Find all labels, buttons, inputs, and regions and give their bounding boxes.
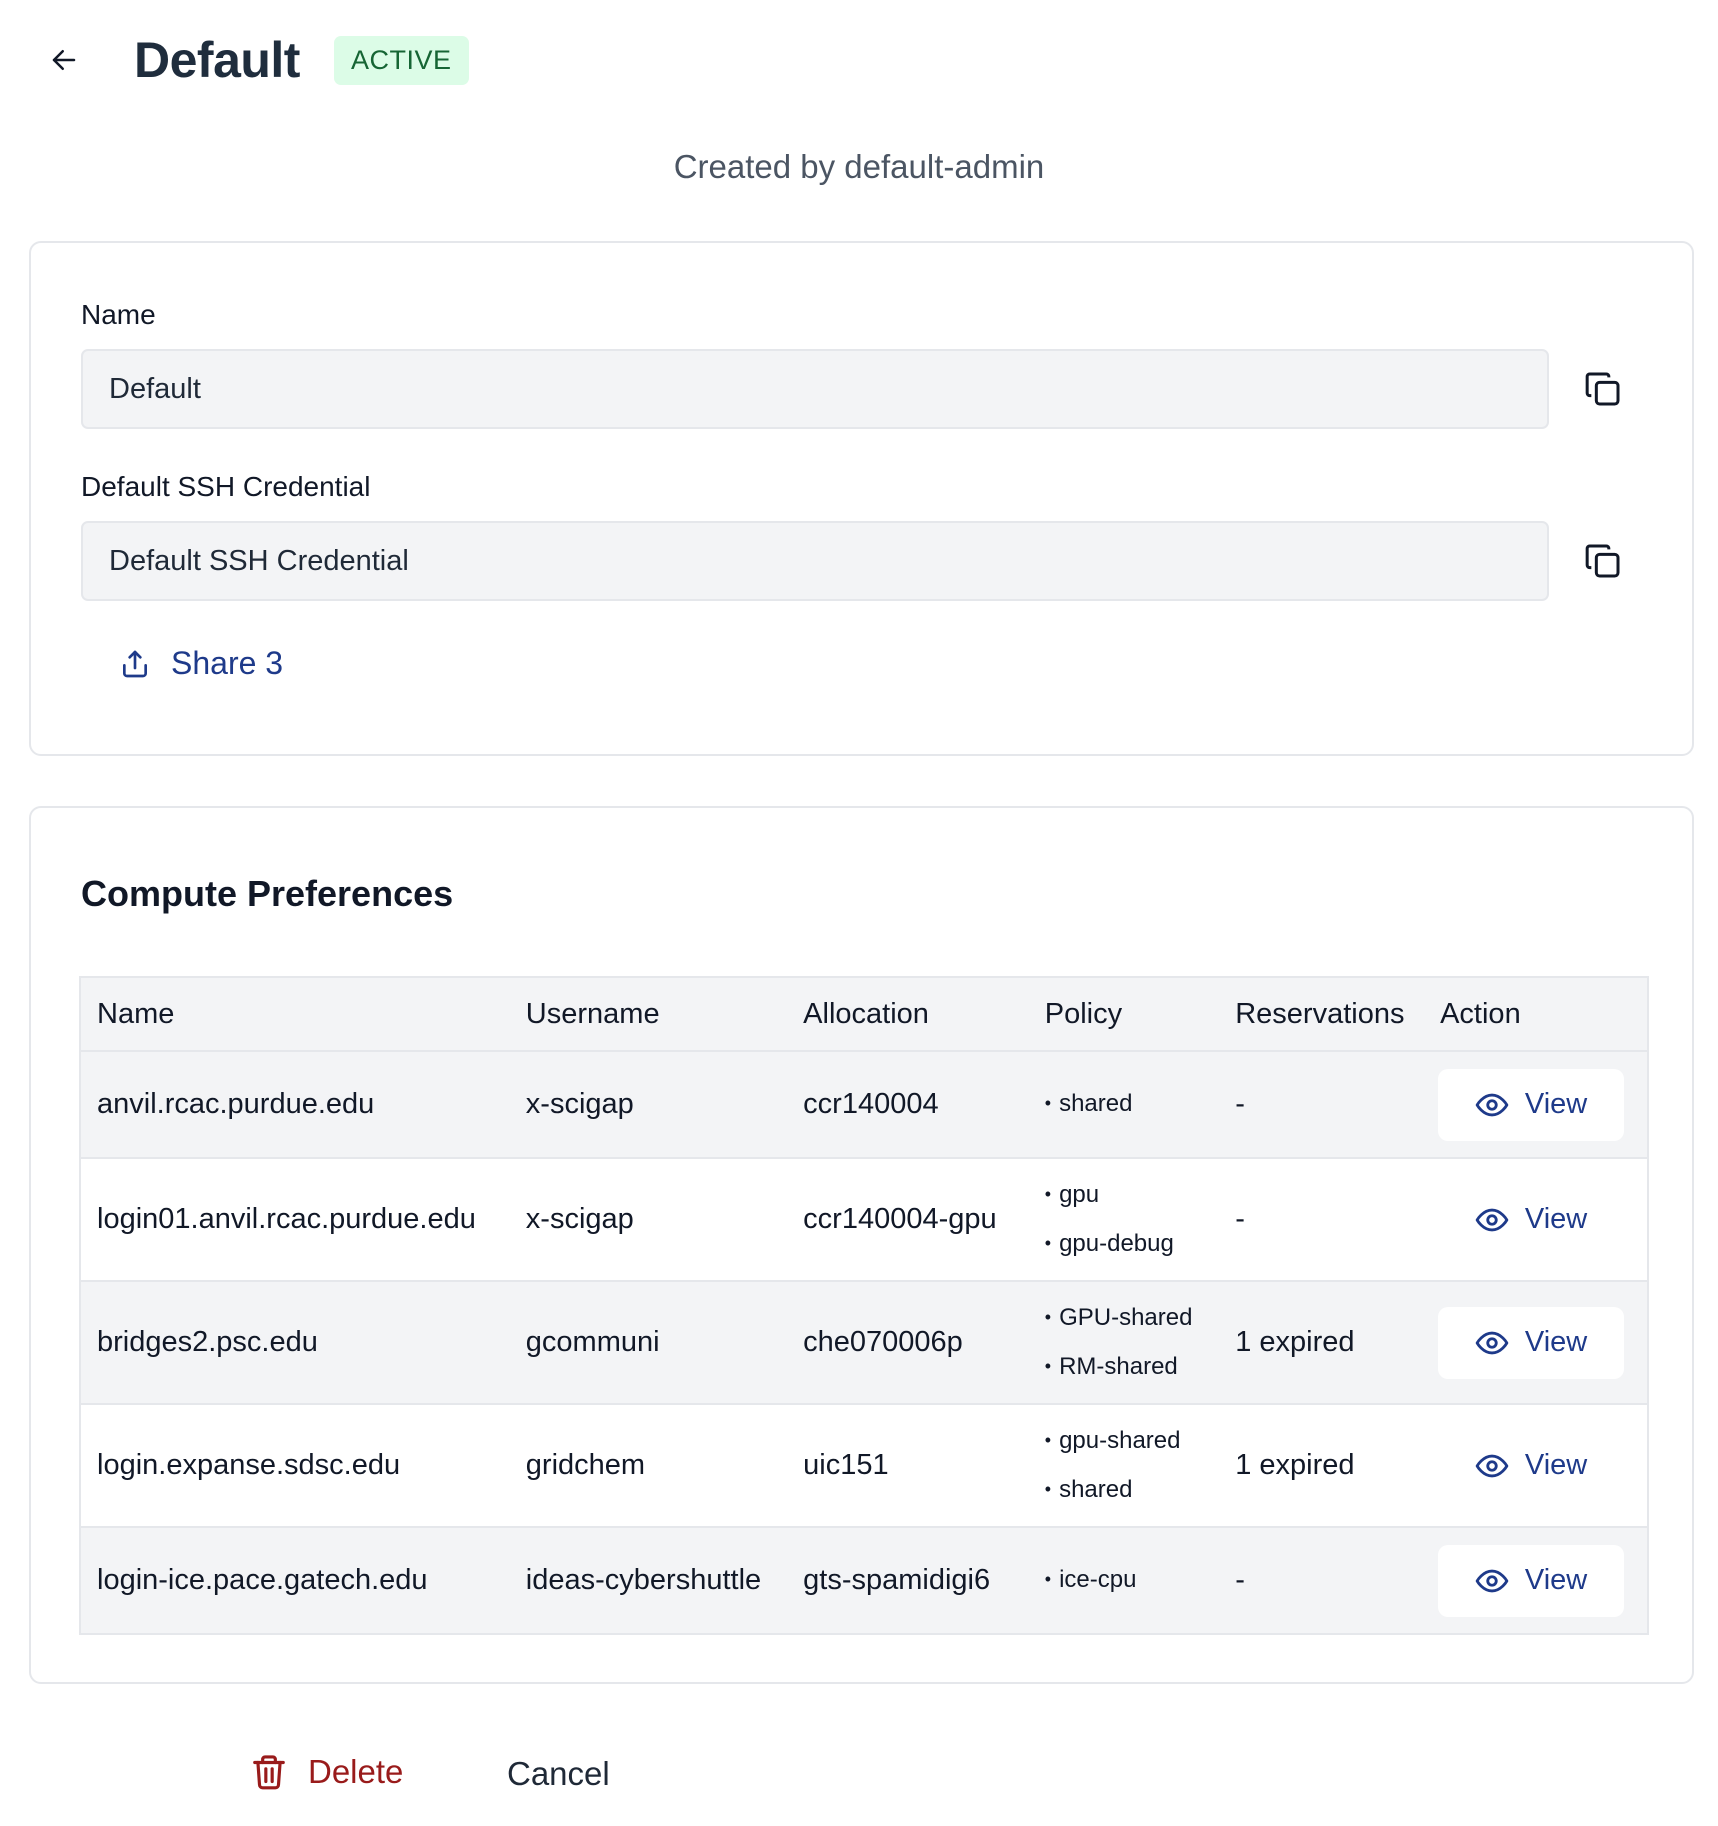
name-label: Name <box>81 299 156 330</box>
cell-reservations: - <box>1219 1051 1425 1159</box>
copy-name-button[interactable] <box>1577 363 1629 415</box>
column-header-reservations: Reservations <box>1219 977 1425 1052</box>
general-card: Name Default SSH Credential Share 3 <box>29 241 1694 756</box>
cell-allocation: che070006p <box>787 1281 1029 1405</box>
column-header-username: Username <box>509 977 788 1052</box>
view-button[interactable]: View <box>1438 1544 1625 1617</box>
policy-list: gpu gpu-debug <box>1045 1171 1219 1269</box>
cell-reservations: - <box>1219 1527 1425 1634</box>
eye-icon <box>1475 1569 1509 1592</box>
share-icon <box>123 650 147 677</box>
share-button[interactable]: Share 3 <box>119 645 283 682</box>
view-button[interactable]: View <box>1438 1184 1624 1256</box>
page: Default ACTIVE Created by default-admin … <box>0 0 1718 1826</box>
name-field[interactable] <box>81 349 1549 429</box>
cell-action: View <box>1424 1404 1648 1528</box>
cell-allocation: ccr140004-gpu <box>787 1158 1029 1282</box>
copy-ssh-credential-button[interactable] <box>1577 535 1629 587</box>
table-row: anvil.rcac.purdue.edu x-scigap ccr140004… <box>80 1051 1648 1159</box>
cell-name: login01.anvil.rcac.purdue.edu <box>80 1158 510 1282</box>
cell-policy: ice-cpu <box>1028 1527 1220 1634</box>
policy-item: gpu-debug <box>1045 1220 1219 1269</box>
policy-list: gpu-shared shared <box>1045 1417 1219 1515</box>
policy-item: RM-shared <box>1045 1343 1219 1392</box>
back-button[interactable] <box>44 40 84 80</box>
arrow-left-icon <box>52 50 76 70</box>
copy-icon <box>1585 372 1620 406</box>
view-label: View <box>1524 1449 1588 1481</box>
cell-username: ideas-cybershuttle <box>509 1527 788 1634</box>
view-button[interactable]: View <box>1438 1306 1625 1379</box>
table-header-row: Name Username Allocation Policy Reservat… <box>80 977 1648 1052</box>
view-button[interactable]: View <box>1438 1068 1625 1141</box>
cell-action: View <box>1424 1281 1648 1405</box>
view-button[interactable]: View <box>1438 1430 1624 1502</box>
column-header-action: Action <box>1424 977 1648 1052</box>
cell-action: View <box>1424 1158 1648 1282</box>
cell-policy: GPU-shared RM-shared <box>1028 1281 1220 1405</box>
table-row: login01.anvil.rcac.purdue.edu x-scigap c… <box>80 1158 1648 1282</box>
policy-item: shared <box>1045 1080 1219 1129</box>
compute-preferences-card: Compute Preferences Name Username Alloca… <box>29 806 1694 1684</box>
policy-item: shared <box>1045 1466 1219 1515</box>
trash-icon <box>253 1755 285 1790</box>
cell-username: gcommuni <box>509 1281 788 1405</box>
cell-name: login.expanse.sdsc.edu <box>80 1404 510 1528</box>
policy-item: gpu <box>1045 1171 1219 1220</box>
share-label: Share 3 <box>171 645 284 681</box>
eye-icon <box>1475 1093 1509 1116</box>
view-label: View <box>1524 1203 1588 1235</box>
table-row: bridges2.psc.edu gcommuni che070006p GPU… <box>80 1281 1648 1405</box>
table-row: login-ice.pace.gatech.edu ideas-cybershu… <box>80 1527 1648 1634</box>
cell-action: View <box>1424 1051 1648 1159</box>
cell-reservations: 1 expired <box>1219 1404 1425 1528</box>
cell-policy: gpu gpu-debug <box>1028 1158 1220 1282</box>
eye-icon <box>1475 1331 1509 1354</box>
cell-allocation: ccr140004 <box>787 1051 1029 1159</box>
cell-allocation: uic151 <box>787 1404 1029 1528</box>
cell-name: bridges2.psc.edu <box>80 1281 510 1405</box>
header: Default ACTIVE <box>44 30 469 90</box>
cell-policy: shared <box>1028 1051 1220 1159</box>
delete-label: Delete <box>308 1753 404 1790</box>
table-row: login.expanse.sdsc.edu gridchem uic151 g… <box>80 1404 1648 1528</box>
cell-policy: gpu-shared shared <box>1028 1404 1220 1528</box>
cell-allocation: gts-spamidigi6 <box>787 1527 1029 1634</box>
cell-reservations: - <box>1219 1158 1425 1282</box>
cell-name: login-ice.pace.gatech.edu <box>80 1527 510 1634</box>
policy-item: GPU-shared <box>1045 1294 1219 1343</box>
page-title: Default <box>134 32 300 88</box>
section-title: Compute Preferences <box>81 873 454 914</box>
view-label: View <box>1524 1326 1588 1358</box>
ssh-credential-label: Default SSH Credential <box>81 471 371 502</box>
copy-icon <box>1585 544 1620 578</box>
view-label: View <box>1524 1088 1588 1120</box>
compute-preferences-table: Name Username Allocation Policy Reservat… <box>79 976 1649 1635</box>
column-header-name: Name <box>80 977 510 1052</box>
cell-name: anvil.rcac.purdue.edu <box>80 1051 510 1159</box>
eye-icon <box>1475 1454 1509 1477</box>
policy-item: ice-cpu <box>1045 1556 1219 1605</box>
cell-username: gridchem <box>509 1404 788 1528</box>
column-header-allocation: Allocation <box>787 977 1029 1052</box>
ssh-credential-field[interactable] <box>81 521 1549 601</box>
column-header-policy: Policy <box>1028 977 1220 1052</box>
cancel-button[interactable]: Cancel <box>507 1755 610 1793</box>
cell-action: View <box>1424 1527 1648 1634</box>
policy-list: GPU-shared RM-shared <box>1045 1294 1219 1392</box>
policy-item: gpu-shared <box>1045 1417 1219 1466</box>
status-badge: ACTIVE <box>333 35 469 85</box>
view-label: View <box>1524 1564 1588 1596</box>
cell-username: x-scigap <box>509 1051 788 1159</box>
delete-button[interactable]: Delete <box>250 1752 403 1792</box>
cell-reservations: 1 expired <box>1219 1281 1425 1405</box>
eye-icon <box>1475 1208 1509 1231</box>
policy-list: ice-cpu <box>1045 1556 1219 1605</box>
created-by-text: Created by default-admin <box>673 148 1045 185</box>
policy-list: shared <box>1045 1080 1219 1129</box>
cell-username: x-scigap <box>509 1158 788 1282</box>
